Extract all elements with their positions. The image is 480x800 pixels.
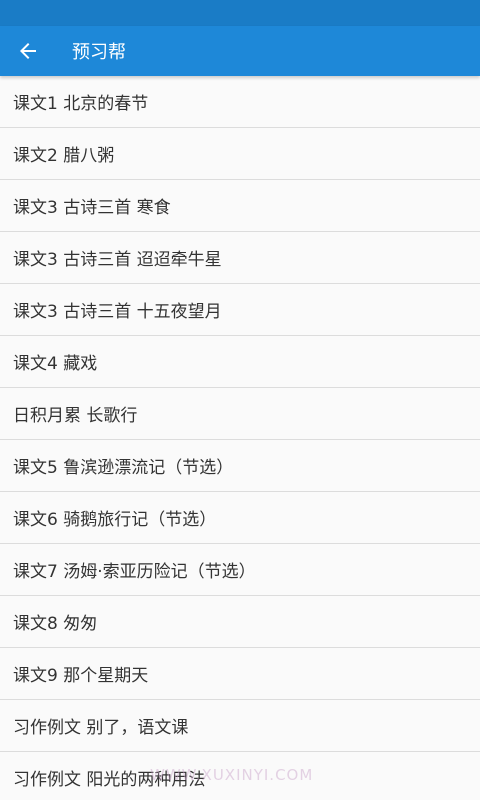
lesson-label: 课文2 腊八粥 <box>13 146 115 166</box>
status-bar <box>0 0 480 26</box>
lesson-item-11[interactable]: 课文8 匆匆 <box>0 596 480 648</box>
lesson-label: 课文3 古诗三首 迢迢牵牛星 <box>13 250 222 270</box>
lesson-item-3[interactable]: 课文3 古诗三首 寒食 <box>0 180 480 232</box>
lesson-item-1[interactable]: 课文1 北京的春节 <box>0 76 480 128</box>
lesson-label: 课文5 鲁滨逊漂流记（节选） <box>13 458 234 478</box>
lesson-item-7[interactable]: 日积月累 长歌行 <box>0 388 480 440</box>
lesson-label: 课文1 北京的春节 <box>13 94 149 114</box>
lesson-item-9[interactable]: 课文6 骑鹅旅行记（节选） <box>0 492 480 544</box>
lesson-item-2[interactable]: 课文2 腊八粥 <box>0 128 480 180</box>
lesson-label: 课文8 匆匆 <box>13 614 98 634</box>
lesson-item-8[interactable]: 课文5 鲁滨逊漂流记（节选） <box>0 440 480 492</box>
lesson-item-6[interactable]: 课文4 藏戏 <box>0 336 480 388</box>
lesson-label: 习作例文 阳光的两种用法 <box>13 770 206 790</box>
lesson-label: 课文7 汤姆·索亚历险记（节选） <box>13 562 256 582</box>
lesson-item-12[interactable]: 课文9 那个星期天 <box>0 648 480 700</box>
lesson-item-5[interactable]: 课文3 古诗三首 十五夜望月 <box>0 284 480 336</box>
arrow-left-icon <box>18 41 38 61</box>
lesson-label: 课文9 那个星期天 <box>13 666 149 686</box>
lesson-label: 课文6 骑鹅旅行记（节选） <box>13 510 217 530</box>
lesson-list: 课文1 北京的春节 课文2 腊八粥 课文3 古诗三首 寒食 课文3 古诗三首 迢… <box>0 76 480 800</box>
back-button[interactable] <box>0 26 56 76</box>
lesson-label: 日积月累 长歌行 <box>13 406 138 426</box>
app-bar: 预习帮 <box>0 26 480 76</box>
lesson-item-13[interactable]: 习作例文 别了，语文课 <box>0 700 480 752</box>
lesson-item-4[interactable]: 课文3 古诗三首 迢迢牵牛星 <box>0 232 480 284</box>
lesson-item-14[interactable]: 习作例文 阳光的两种用法 <box>0 752 480 800</box>
lesson-label: 课文3 古诗三首 十五夜望月 <box>13 302 222 322</box>
page-title: 预习帮 <box>72 42 126 63</box>
lesson-label: 课文3 古诗三首 寒食 <box>13 198 171 218</box>
lesson-item-10[interactable]: 课文7 汤姆·索亚历险记（节选） <box>0 544 480 596</box>
lesson-label: 习作例文 别了，语文课 <box>13 718 189 738</box>
lesson-label: 课文4 藏戏 <box>13 354 98 374</box>
